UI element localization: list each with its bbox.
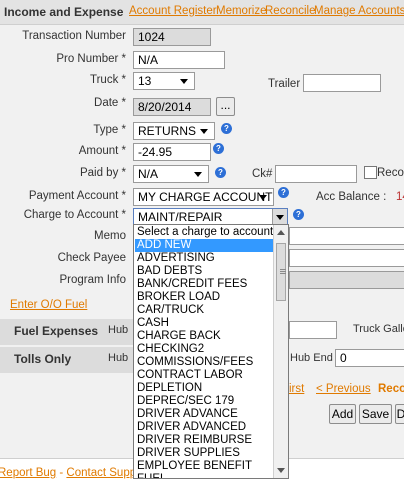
- truck-label: Truck *: [90, 74, 126, 86]
- help-icon[interactable]: ?: [215, 167, 226, 178]
- dropdown-option[interactable]: DRIVER SUPPLIES: [135, 447, 274, 460]
- dropdown-option[interactable]: BANK/CREDIT FEES: [135, 278, 274, 291]
- previous-record-link[interactable]: < Previous: [316, 383, 371, 395]
- payment-account-value: MY CHARGE ACCOUNT: [138, 190, 273, 204]
- chevron-down-icon: [259, 195, 267, 200]
- footer-links: Report Bug - Contact Support: [0, 467, 150, 479]
- truck-value: 13: [138, 74, 152, 88]
- dropdown-option[interactable]: DRIVER ADVANCED: [135, 421, 274, 434]
- payment-account-select[interactable]: MY CHARGE ACCOUNT: [133, 188, 274, 206]
- grip-icon: [280, 269, 286, 270]
- date-label: Date *: [94, 97, 126, 109]
- manage-accounts-link[interactable]: Manage Accounts: [314, 5, 404, 17]
- paid-by-label: Paid by *: [79, 167, 126, 179]
- dropdown-option[interactable]: ADD NEW: [135, 239, 274, 252]
- reconciled-label: Recon: [377, 167, 404, 179]
- first-record-link[interactable]: irst: [289, 383, 304, 395]
- dropdown-option[interactable]: DEPLETION: [135, 382, 274, 395]
- date-picker-button[interactable]: ...: [216, 97, 235, 116]
- delete-button[interactable]: D: [395, 404, 404, 424]
- dropdown-option[interactable]: DRIVER REIMBURSE: [135, 434, 274, 447]
- dropdown-scrollbar[interactable]: [273, 225, 288, 478]
- chevron-down-icon: [194, 172, 202, 177]
- save-button[interactable]: Save: [359, 404, 392, 424]
- transaction-number-field: 1024: [133, 28, 211, 46]
- amount-field[interactable]: -24.95: [133, 143, 211, 161]
- tolls-only-title: Tolls Only: [14, 352, 72, 366]
- dropdown-placeholder-option[interactable]: Select a charge to account: [135, 226, 274, 239]
- dropdown-option[interactable]: DEPREC/SEC 179: [135, 395, 274, 408]
- dropdown-option[interactable]: DRIVER ADVANCE: [135, 408, 274, 421]
- acc-balance-label: Acc Balance :: [316, 191, 387, 203]
- charge-account-dropdown-list[interactable]: Select a charge to account ADD NEW ADVERTI…: [133, 224, 289, 479]
- scrollbar-thumb[interactable]: [276, 243, 286, 301]
- grip-icon: [280, 271, 286, 272]
- help-icon[interactable]: ?: [221, 123, 232, 134]
- dropdown-option[interactable]: ADVERTISING: [135, 252, 274, 265]
- dropdown-option[interactable]: CHECKING2: [135, 343, 274, 356]
- check-number-field[interactable]: [275, 165, 357, 183]
- hub-end-label: Hub End: [290, 352, 333, 364]
- chevron-down-icon: [276, 215, 284, 220]
- type-value: RETURNS: [138, 124, 197, 138]
- dropdown-option[interactable]: CASH: [135, 317, 274, 330]
- fuel-hub-label: Hub: [108, 324, 129, 336]
- charge-to-account-label: Charge to Account *: [23, 209, 126, 221]
- chevron-down-icon: [180, 79, 188, 84]
- type-select[interactable]: RETURNS: [133, 122, 215, 140]
- reconciled-checkbox[interactable]: [364, 166, 377, 179]
- chevron-down-icon: [200, 129, 208, 134]
- pro-number-label: Pro Number *: [56, 53, 126, 65]
- program-info-label: Program Info: [59, 274, 126, 286]
- payment-account-label: Payment Account *: [28, 190, 126, 202]
- dropdown-option[interactable]: BROKER LOAD: [135, 291, 274, 304]
- panel-title: Income and Expense: [4, 5, 124, 19]
- memo-field[interactable]: [289, 227, 404, 245]
- help-icon[interactable]: ?: [213, 143, 224, 154]
- acc-balance-value: 14: [396, 191, 404, 203]
- amount-label: Amount *: [78, 145, 126, 157]
- dropdown-option[interactable]: BAD DEBTS: [135, 265, 274, 278]
- check-payee-field[interactable]: [289, 249, 404, 267]
- check-number-label: Ck#: [252, 168, 273, 180]
- truck-gallons-label: Truck Gallo: [353, 323, 404, 335]
- hub-end-field[interactable]: 0: [335, 349, 404, 367]
- transaction-number-label: Transaction Number: [22, 30, 126, 42]
- dropdown-option[interactable]: CHARGE BACK: [135, 330, 274, 343]
- dropdown-option[interactable]: CONTRACT LABOR: [135, 369, 274, 382]
- footer-separator: -: [56, 467, 67, 479]
- reconcile-link[interactable]: Reconcile: [265, 5, 316, 17]
- paid-by-value: N/A: [138, 167, 159, 181]
- report-bug-link[interactable]: Report Bug: [0, 467, 56, 479]
- dropdown-option[interactable]: CAR/TRUCK: [135, 304, 274, 317]
- type-label: Type *: [93, 124, 126, 136]
- enter-oo-fuel-link[interactable]: Enter O/O Fuel: [10, 299, 87, 311]
- memo-label: Memo: [94, 230, 126, 242]
- add-button[interactable]: Add: [329, 404, 356, 424]
- grip-icon: [280, 273, 286, 274]
- trailer-label: Trailer: [268, 78, 301, 90]
- dropdown-option[interactable]: FUEL: [135, 473, 274, 478]
- scroll-up-arrow-icon[interactable]: [277, 230, 285, 235]
- pro-number-field[interactable]: N/A: [133, 51, 225, 69]
- check-payee-label: Check Payee: [57, 252, 126, 264]
- trailer-field[interactable]: [303, 74, 381, 92]
- help-icon[interactable]: ?: [278, 187, 289, 198]
- charge-to-account-value: MAINT/REPAIR: [138, 210, 223, 224]
- program-info-field: [289, 271, 404, 289]
- memorize-link[interactable]: Memorize: [216, 5, 266, 17]
- account-register-link[interactable]: Account Register: [129, 5, 217, 17]
- record-label: Reco: [378, 383, 404, 395]
- fuel-expenses-title: Fuel Expenses: [14, 324, 99, 338]
- tolls-hub-label: Hub: [108, 352, 129, 364]
- date-field[interactable]: 8/20/2014: [133, 98, 211, 116]
- dropdown-option[interactable]: COMMISSIONS/FEES: [135, 356, 274, 369]
- help-icon[interactable]: ?: [293, 209, 304, 220]
- dropdown-option[interactable]: EMPLOYEE BENEFIT: [135, 460, 274, 473]
- paid-by-select[interactable]: N/A: [133, 165, 209, 183]
- scroll-down-arrow-icon[interactable]: [277, 468, 285, 473]
- truck-select[interactable]: 13: [133, 72, 195, 90]
- fuel-hub-field[interactable]: [289, 321, 337, 339]
